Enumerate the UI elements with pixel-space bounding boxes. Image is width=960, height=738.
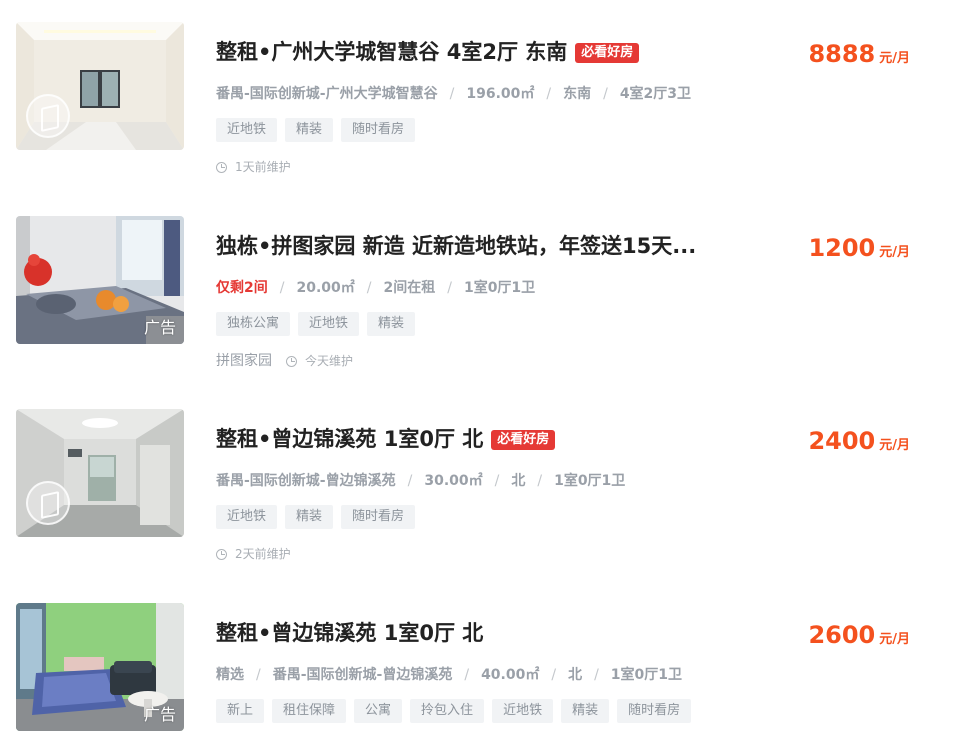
listing-photo[interactable]: 广告 <box>16 603 184 731</box>
meta-separator: / <box>447 280 452 296</box>
vr-tour-icon[interactable] <box>26 481 70 525</box>
price-unit: 元/月 <box>879 51 910 66</box>
listing-card[interactable]: 广告 整租•曾边锦溪苑 1室0厅 北 2600 元/月精选 / 番禺-国际创新城-曾边锦溪… <box>0 603 960 738</box>
price-amount: 2400 <box>808 427 876 455</box>
listing-meta: 精选 / 番禺-国际创新城-曾边锦溪苑 / 40.00㎡ / 北 / 1室0厅1卫 <box>216 665 682 685</box>
meta-item: 北 <box>511 473 526 489</box>
price-amount: 2600 <box>808 621 876 649</box>
vr-tour-icon[interactable] <box>26 94 70 138</box>
feature-tag: 随时看房 <box>341 505 416 529</box>
meta-separator: / <box>366 280 372 296</box>
listing-footer: 拼图家园 今天维护 <box>216 352 353 370</box>
maintained-time: 今天维护 <box>305 354 354 368</box>
listing-title-text[interactable]: 整租•曾边锦溪苑 1室0厅 北 <box>216 621 483 645</box>
meta-separator: / <box>256 667 261 683</box>
listing-card[interactable]: 整租•广州大学城智慧谷 4室2厅 东南 必看好房 8888 元/月番禺-国际创新城-广… <box>0 22 960 174</box>
feature-tag: 精装 <box>285 118 334 142</box>
clock-icon <box>216 162 227 173</box>
listing-meta: 仅剩2间 / 20.00㎡ / 2间在租 / 1室0厅1卫 <box>216 278 535 298</box>
listing-tags: 独栋公寓 近地铁 精装 <box>216 312 423 336</box>
meta-item: 精选 <box>216 667 244 683</box>
listing-photo[interactable] <box>16 409 184 537</box>
feature-tag: 租住保障 <box>272 699 347 723</box>
price-unit: 元/月 <box>879 438 910 453</box>
meta-item: 北 <box>568 667 583 683</box>
must-see-badge: 必看好房 <box>491 430 556 450</box>
meta-separator: / <box>494 473 500 489</box>
listing-title-text[interactable]: 整租•广州大学城智慧谷 4室2厅 东南 <box>216 40 567 64</box>
meta-item: 20.00㎡ <box>296 280 355 296</box>
feature-tag: 随时看房 <box>341 118 416 142</box>
listing-title[interactable]: 整租•曾边锦溪苑 1室0厅 北 <box>216 619 483 647</box>
feature-tag: 近地铁 <box>216 505 278 529</box>
listing-price: 8888 元/月 <box>808 40 910 68</box>
listing-tags: 近地铁 精装 随时看房 <box>216 505 423 529</box>
meta-item: 番禺-国际创新城-曾边锦溪苑 <box>272 667 453 683</box>
clock-icon <box>286 356 297 367</box>
meta-item: 30.00㎡ <box>424 473 483 489</box>
meta-separator: / <box>551 667 557 683</box>
listing-photo[interactable] <box>16 22 184 150</box>
meta-item: 1室0厅1卫 <box>463 280 536 296</box>
feature-tag: 新上 <box>216 699 265 723</box>
meta-separator: / <box>603 86 608 102</box>
listing-footer: 2天前维护 <box>216 545 291 563</box>
listing-price: 2600 元/月 <box>808 621 910 649</box>
listing-list: 整租•广州大学城智慧谷 4室2厅 东南 必看好房 8888 元/月 番禺-国际创新城-广… <box>0 0 960 738</box>
meta-separator: / <box>407 473 413 489</box>
listing-title[interactable]: 整租•曾边锦溪苑 1室0厅 北必看好房 <box>216 425 556 453</box>
listing-title[interactable]: 独栋•拼图家园 新造 近新造地铁站，年签送15天... <box>216 232 696 260</box>
listing-meta: 番禺-国际创新城-曾边锦溪苑 / 30.00㎡ / 北 / 1室0厅1卫 <box>216 471 625 491</box>
meta-separator: / <box>546 86 552 102</box>
meta-item: 1室0厅1卫 <box>554 473 626 489</box>
feature-tag: 独栋公寓 <box>216 312 291 336</box>
price-amount: 1200 <box>808 234 876 262</box>
listing-card[interactable]: 广告 独栋•拼图家园 新造 近新造地铁站，年签送15天... 1200 元/月仅剩2间… <box>0 216 960 369</box>
listing-card[interactable]: 整租•曾边锦溪苑 1室0厅 北必看好房 2400 元/月番禺-国际创新城-曾边锦溪苑… <box>0 409 960 561</box>
meta-item: 1室0厅1卫 <box>610 667 683 683</box>
feature-tag: 随时看房 <box>617 699 692 723</box>
meta-item: 东南 <box>563 86 592 102</box>
meta-item: 4室2厅3卫 <box>619 86 692 102</box>
must-see-badge: 必看好房 <box>575 43 640 63</box>
listing-tags: 近地铁 精装 随时看房 <box>216 118 423 142</box>
listing-title-text[interactable]: 整租•曾边锦溪苑 1室0厅 北 <box>216 427 483 451</box>
meta-item: 196.00㎡ <box>466 86 535 102</box>
maintained-time: 1天前维护 <box>235 160 291 174</box>
feature-tag: 精装 <box>561 699 610 723</box>
feature-tag: 精装 <box>367 312 416 336</box>
price-unit: 元/月 <box>879 245 910 260</box>
ad-label: 广告 <box>143 318 176 337</box>
listing-title[interactable]: 整租•广州大学城智慧谷 4室2厅 东南 必看好房 <box>216 38 640 66</box>
brand-name[interactable]: 拼图家园 <box>216 353 272 369</box>
listing-price: 1200 元/月 <box>808 234 910 262</box>
listing-photo[interactable]: 广告 <box>16 216 184 344</box>
maintained-time: 2天前维护 <box>235 547 291 561</box>
feature-tag: 近地铁 <box>492 699 554 723</box>
meta-item: 2间在租 <box>383 280 436 296</box>
clock-icon <box>216 549 227 560</box>
feature-tag: 拎包入住 <box>410 699 485 723</box>
meta-item: 40.00㎡ <box>481 667 540 683</box>
meta-separator: / <box>594 667 599 683</box>
feature-tag: 精装 <box>285 505 334 529</box>
meta-separator: / <box>464 667 470 683</box>
meta-separator: / <box>537 473 543 489</box>
feature-tag: 近地铁 <box>216 118 278 142</box>
listing-tags: 新上 租住保障 公寓 拎包入住 近地铁 精装 随时看房 <box>216 699 699 723</box>
rooms-left-highlight: 仅剩2间 <box>216 280 268 296</box>
price-amount: 8888 <box>808 40 876 68</box>
feature-tag: 近地铁 <box>298 312 360 336</box>
meta-separator: / <box>279 280 285 296</box>
meta-item: 番禺-国际创新城-曾边锦溪苑 <box>216 473 396 489</box>
listing-title-text[interactable]: 独栋•拼图家园 新造 近新造地铁站，年签送15天... <box>216 234 696 258</box>
listing-meta: 番禺-国际创新城-广州大学城智慧谷 / 196.00㎡ / 东南 / 4室2厅3卫 <box>216 84 691 104</box>
listing-price: 2400 元/月 <box>808 427 910 455</box>
meta-separator: / <box>449 86 455 102</box>
feature-tag: 公寓 <box>354 699 403 723</box>
listing-footer: 1天前维护 <box>216 158 291 176</box>
meta-item: 番禺-国际创新城-广州大学城智慧谷 <box>216 86 438 102</box>
ad-label: 广告 <box>143 705 176 724</box>
price-unit: 元/月 <box>879 632 910 647</box>
